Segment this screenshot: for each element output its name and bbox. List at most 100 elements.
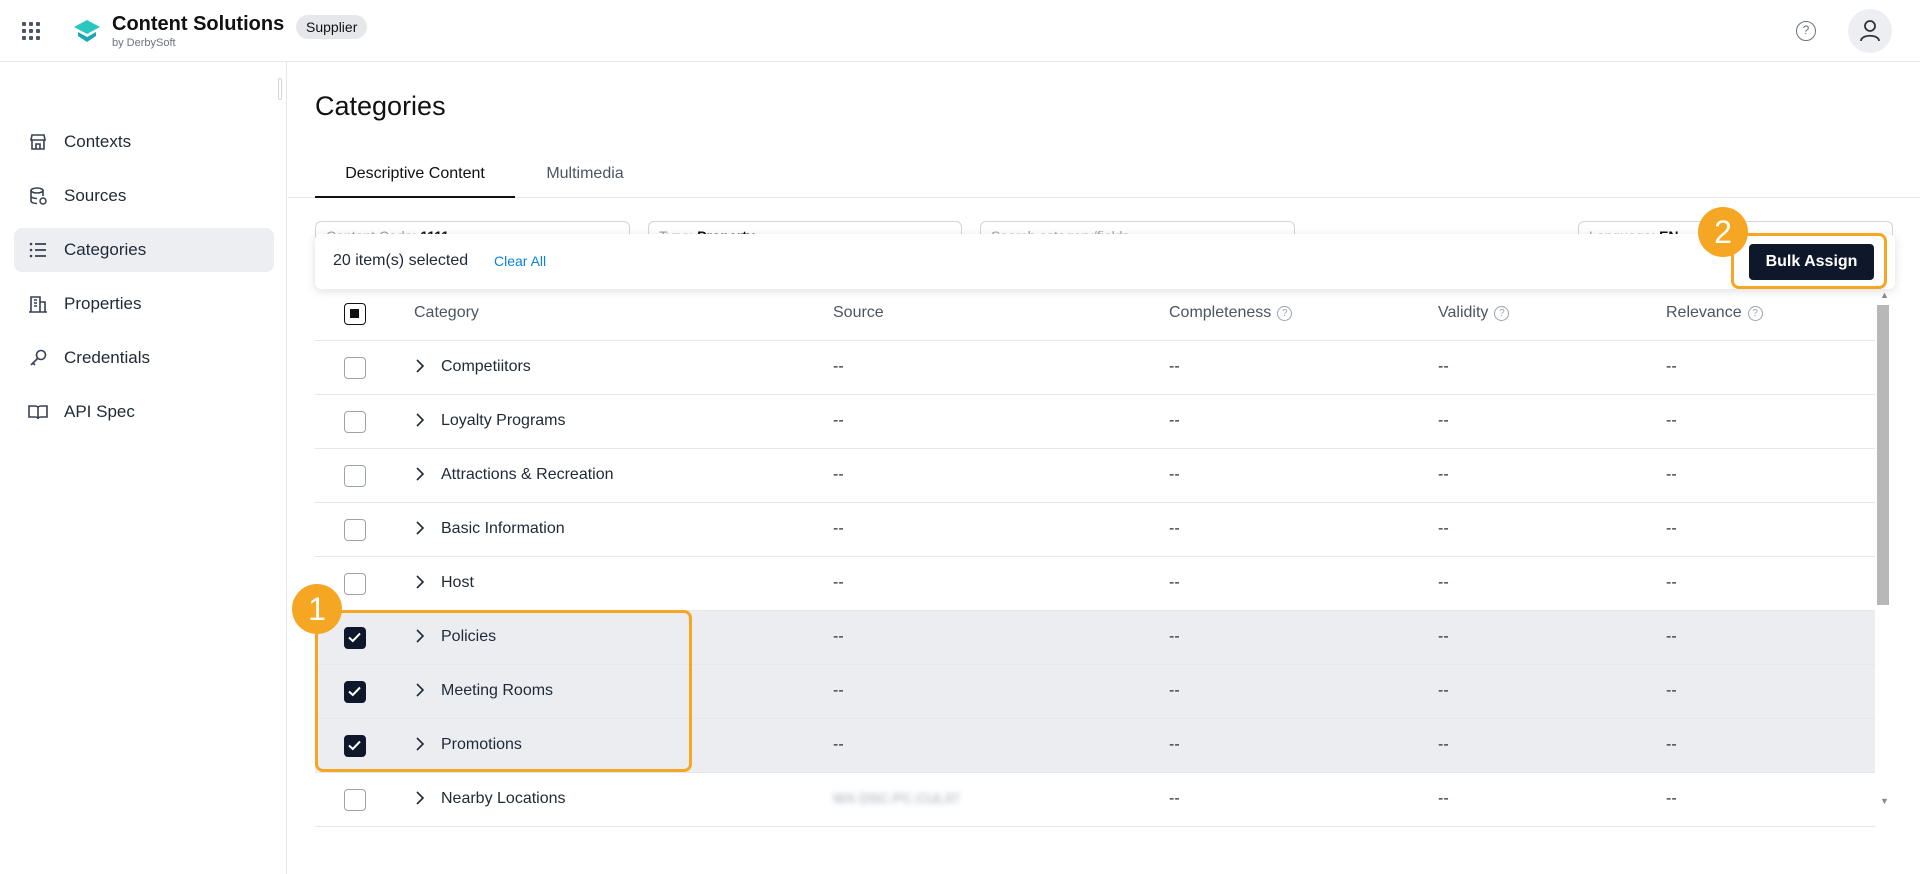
column-header-category[interactable]: Category: [414, 304, 479, 322]
completeness-cell: --: [1169, 520, 1180, 537]
chevron-right-icon[interactable]: [415, 575, 425, 589]
chevron-right-icon[interactable]: [415, 521, 425, 535]
table-row[interactable]: Host -- -- -- --: [315, 557, 1875, 611]
sidebar-item-credentials[interactable]: Credentials: [14, 336, 274, 380]
book-icon: [28, 402, 48, 422]
validity-cell: --: [1438, 628, 1449, 645]
info-icon[interactable]: ?: [1494, 306, 1510, 321]
chevron-right-icon[interactable]: [415, 467, 425, 481]
selection-toolbar: 20 item(s) selected Clear All Bulk Assig…: [315, 234, 1895, 289]
sidebar-item-label: Contexts: [64, 132, 132, 151]
category-cell: Loyalty Programs: [441, 412, 566, 429]
brand-title: Content Solutions: [112, 13, 285, 35]
table-row[interactable]: Meeting Rooms -- -- -- --: [315, 665, 1875, 719]
table-row[interactable]: Basic Information -- -- -- --: [315, 503, 1875, 557]
column-header-completeness[interactable]: Completeness?: [1169, 304, 1293, 322]
chevron-right-icon[interactable]: [415, 359, 425, 373]
validity-cell: --: [1438, 790, 1449, 807]
row-checkbox[interactable]: [344, 735, 366, 757]
category-cell: Promotions: [441, 736, 522, 753]
chevron-right-icon[interactable]: [415, 629, 425, 643]
row-checkbox[interactable]: [344, 627, 366, 649]
row-checkbox[interactable]: [344, 681, 366, 703]
category-cell: Competiitors: [441, 358, 531, 375]
column-header-relevance[interactable]: Relevance?: [1666, 304, 1763, 322]
sidebar-item-properties[interactable]: Properties: [14, 282, 274, 326]
relevance-cell: --: [1666, 412, 1677, 429]
list-icon: [28, 240, 48, 260]
completeness-cell: --: [1169, 358, 1180, 375]
apps-grid-icon[interactable]: [22, 22, 40, 40]
row-checkbox[interactable]: [344, 519, 366, 541]
completeness-cell: --: [1169, 412, 1180, 429]
table-row[interactable]: Promotions -- -- -- --: [315, 719, 1875, 773]
sidebar-item-label: Properties: [64, 294, 142, 313]
chevron-right-icon[interactable]: [415, 683, 425, 697]
sidebar-item-api-spec[interactable]: API Spec: [14, 390, 274, 434]
annotation-badge-1: 1: [292, 584, 342, 634]
sidebar-item-contexts[interactable]: Contexts: [14, 120, 274, 164]
relevance-cell: --: [1666, 466, 1677, 483]
chevron-right-icon[interactable]: [415, 737, 425, 751]
sidebar-item-label: Sources: [64, 186, 127, 205]
validity-cell: --: [1438, 358, 1449, 375]
select-all-checkbox[interactable]: [344, 303, 366, 325]
sidebar-resize-handle[interactable]: [278, 78, 282, 100]
scroll-down-arrow-icon[interactable]: ▼: [1880, 796, 1889, 806]
sidebar-item-label: API Spec: [64, 402, 135, 421]
selected-count: 20 item(s) selected: [333, 252, 469, 269]
relevance-cell: --: [1666, 682, 1677, 699]
row-checkbox[interactable]: [344, 411, 366, 433]
bulk-assign-button[interactable]: Bulk Assign: [1749, 244, 1874, 280]
user-avatar[interactable]: [1848, 9, 1892, 53]
row-checkbox[interactable]: [344, 465, 366, 487]
column-header-source[interactable]: Source: [833, 304, 884, 322]
source-cell: --: [833, 466, 844, 483]
category-cell: Host: [441, 574, 474, 591]
row-checkbox[interactable]: [344, 789, 366, 811]
table-scrollbar[interactable]: [1877, 305, 1889, 605]
table-row[interactable]: Policies -- -- -- --: [315, 611, 1875, 665]
sidebar: Contexts Sources Categories Properties C…: [0, 62, 287, 874]
relevance-cell: --: [1666, 574, 1677, 591]
completeness-cell: --: [1169, 574, 1180, 591]
completeness-cell: --: [1169, 736, 1180, 753]
table-row[interactable]: Competiitors -- -- -- --: [315, 341, 1875, 395]
info-icon[interactable]: ?: [1747, 306, 1763, 321]
help-icon[interactable]: ?: [1796, 21, 1816, 41]
table-row[interactable]: Nearby Locations WX.DSC.PC.CUL37 -- -- --: [315, 773, 1875, 827]
completeness-cell: --: [1169, 682, 1180, 699]
source-cell: --: [833, 520, 844, 537]
scroll-up-arrow-icon[interactable]: ▲: [1880, 290, 1889, 300]
category-cell: Policies: [441, 628, 497, 645]
source-cell: --: [833, 574, 844, 591]
row-checkbox[interactable]: [344, 573, 366, 595]
source-cell: --: [833, 628, 844, 645]
column-header-validity[interactable]: Validity?: [1438, 304, 1510, 322]
source-cell: --: [833, 412, 844, 429]
page-title: Categories: [315, 91, 446, 121]
table-row[interactable]: Loyalty Programs -- -- -- --: [315, 395, 1875, 449]
table-row[interactable]: Attractions & Recreation -- -- -- --: [315, 449, 1875, 503]
completeness-cell: --: [1169, 790, 1180, 807]
clear-all-link[interactable]: Clear All: [494, 253, 546, 269]
info-icon[interactable]: ?: [1277, 306, 1293, 321]
sidebar-item-categories[interactable]: Categories: [14, 228, 274, 272]
sidebar-item-label: Credentials: [64, 348, 150, 367]
relevance-cell: --: [1666, 790, 1677, 807]
validity-cell: --: [1438, 574, 1449, 591]
category-cell: Meeting Rooms: [441, 682, 554, 699]
chevron-right-icon[interactable]: [415, 413, 425, 427]
completeness-cell: --: [1169, 466, 1180, 483]
chevron-right-icon[interactable]: [415, 791, 425, 805]
source-cell: WX.DSC.PC.CUL37: [833, 790, 960, 806]
sidebar-nav: Contexts Sources Categories Properties C…: [14, 120, 274, 444]
tab-multimedia[interactable]: Multimedia: [525, 156, 645, 198]
category-cell: Nearby Locations: [441, 790, 566, 807]
sidebar-item-sources[interactable]: Sources: [14, 174, 274, 218]
relevance-cell: --: [1666, 520, 1677, 537]
building-icon: [28, 294, 48, 314]
tab-descriptive-content[interactable]: Descriptive Content: [315, 156, 515, 198]
row-checkbox[interactable]: [344, 357, 366, 379]
brand-subtitle: by DerbySoft: [112, 37, 176, 49]
